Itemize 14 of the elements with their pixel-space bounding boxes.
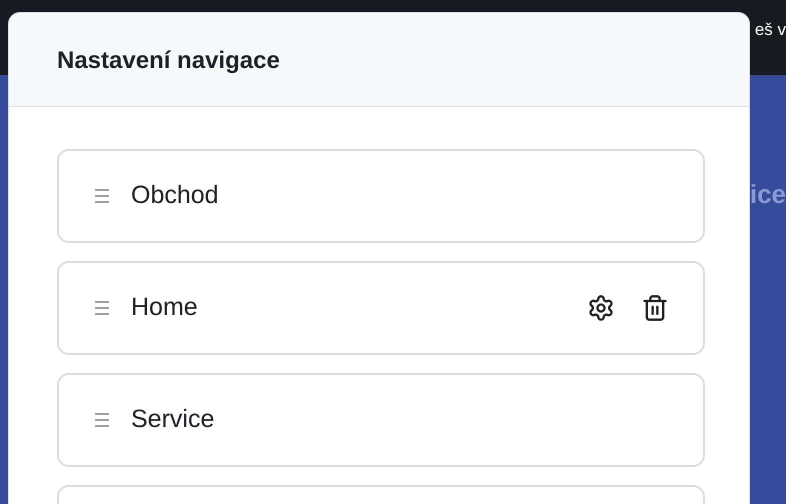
navigation-item[interactable]: Obchod xyxy=(57,149,705,243)
item-label: Obchod xyxy=(131,180,220,212)
dialog-title: Nastavení navigace xyxy=(57,46,280,76)
banner-text: eš v xyxy=(754,19,786,41)
item-label: Service xyxy=(131,404,216,436)
drag-handle-icon[interactable] xyxy=(95,413,109,427)
settings-icon[interactable] xyxy=(587,294,615,322)
drag-handle-icon[interactable] xyxy=(95,189,109,203)
page-text: ice xyxy=(750,178,786,211)
item-label: Home xyxy=(131,292,199,324)
navigation-item[interactable]: Home xyxy=(57,261,705,355)
drag-handle-icon[interactable] xyxy=(95,301,109,315)
navigation-item[interactable]: Service xyxy=(57,373,705,467)
trash-icon[interactable] xyxy=(641,294,669,322)
